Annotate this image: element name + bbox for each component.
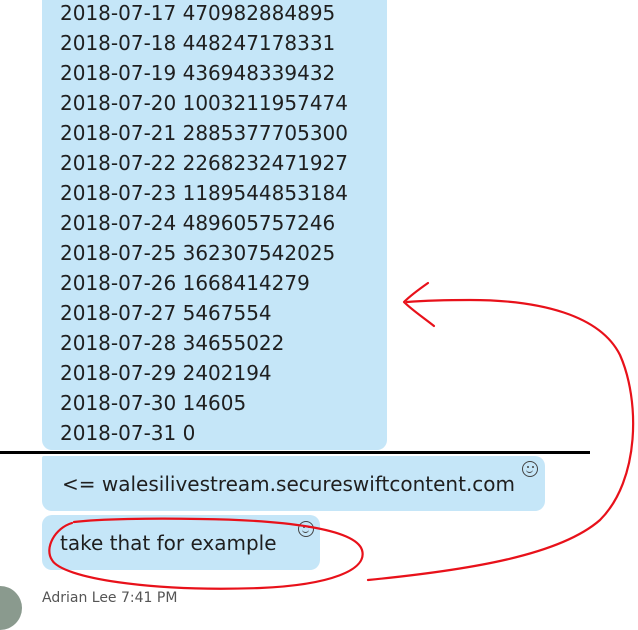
smiley-icon[interactable] [522,461,538,477]
log-line: 2018-07-30 14605 [60,391,247,415]
log-line: 2018-07-19 436948339432 [60,61,336,85]
log-line: 2018-07-28 34655022 [60,331,285,355]
log-line: 2018-07-27 5467554 [60,301,272,325]
log-line: 2018-07-21 2885377705300 [60,121,349,145]
log-list: 2018-07-17 470982884895 2018-07-18 44824… [60,0,348,448]
log-message-bubble[interactable]: 2018-07-17 470982884895 2018-07-18 44824… [42,0,387,450]
connector-line [366,298,635,582]
log-line: 2018-07-26 1668414279 [60,271,310,295]
example-message-text: take that for example [60,531,277,555]
log-line: 2018-07-17 470982884895 [60,1,336,25]
log-line: 2018-07-20 1003211957474 [60,91,349,115]
log-line: 2018-07-25 362307542025 [60,241,336,265]
log-line: 2018-07-23 1189544853184 [60,181,349,205]
domain-message-bubble[interactable]: <= walesilivestream.secureswiftcontent.c… [42,456,545,511]
log-line: 2018-07-22 2268232471927 [60,151,349,175]
log-line: 2018-07-18 448247178331 [60,31,336,55]
log-line: 2018-07-31 0 [60,421,196,445]
log-line: 2018-07-24 489605757246 [60,211,336,235]
log-line: 2018-07-29 2402194 [60,361,272,385]
message-divider [0,451,590,454]
arrowhead [402,281,436,328]
example-message-bubble[interactable]: take that for example [42,515,320,570]
smiley-icon[interactable] [298,521,314,537]
avatar[interactable] [0,586,22,630]
domain-message-text: <= walesilivestream.secureswiftcontent.c… [62,472,516,496]
message-sender-meta: Adrian Lee 7:41 PM [42,590,178,606]
